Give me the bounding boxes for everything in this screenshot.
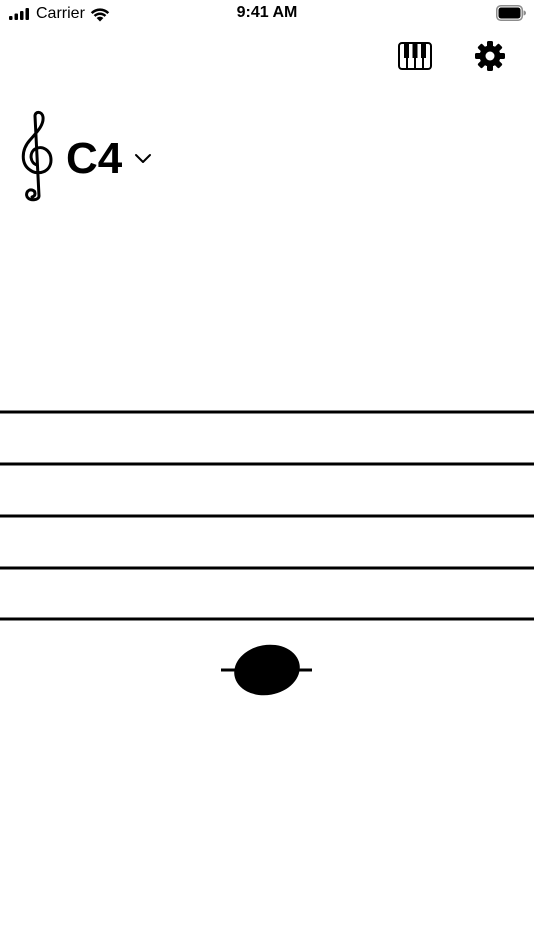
music-staff — [0, 410, 534, 696]
note-selector[interactable]: C4 — [18, 108, 152, 203]
treble-clef-icon — [21, 110, 53, 201]
status-bar: Carrier 9:41 AM — [0, 0, 534, 28]
selected-note-label: C4 — [66, 133, 123, 183]
whole-note-head — [234, 644, 300, 696]
settings-button[interactable] — [470, 36, 510, 76]
gear-icon — [475, 41, 505, 71]
battery-icon — [496, 5, 526, 21]
chevron-down-icon[interactable] — [134, 153, 152, 164]
piano-button[interactable] — [395, 36, 435, 76]
clock-time: 9:41 AM — [236, 4, 298, 21]
piano-keyboard-icon — [398, 42, 432, 70]
